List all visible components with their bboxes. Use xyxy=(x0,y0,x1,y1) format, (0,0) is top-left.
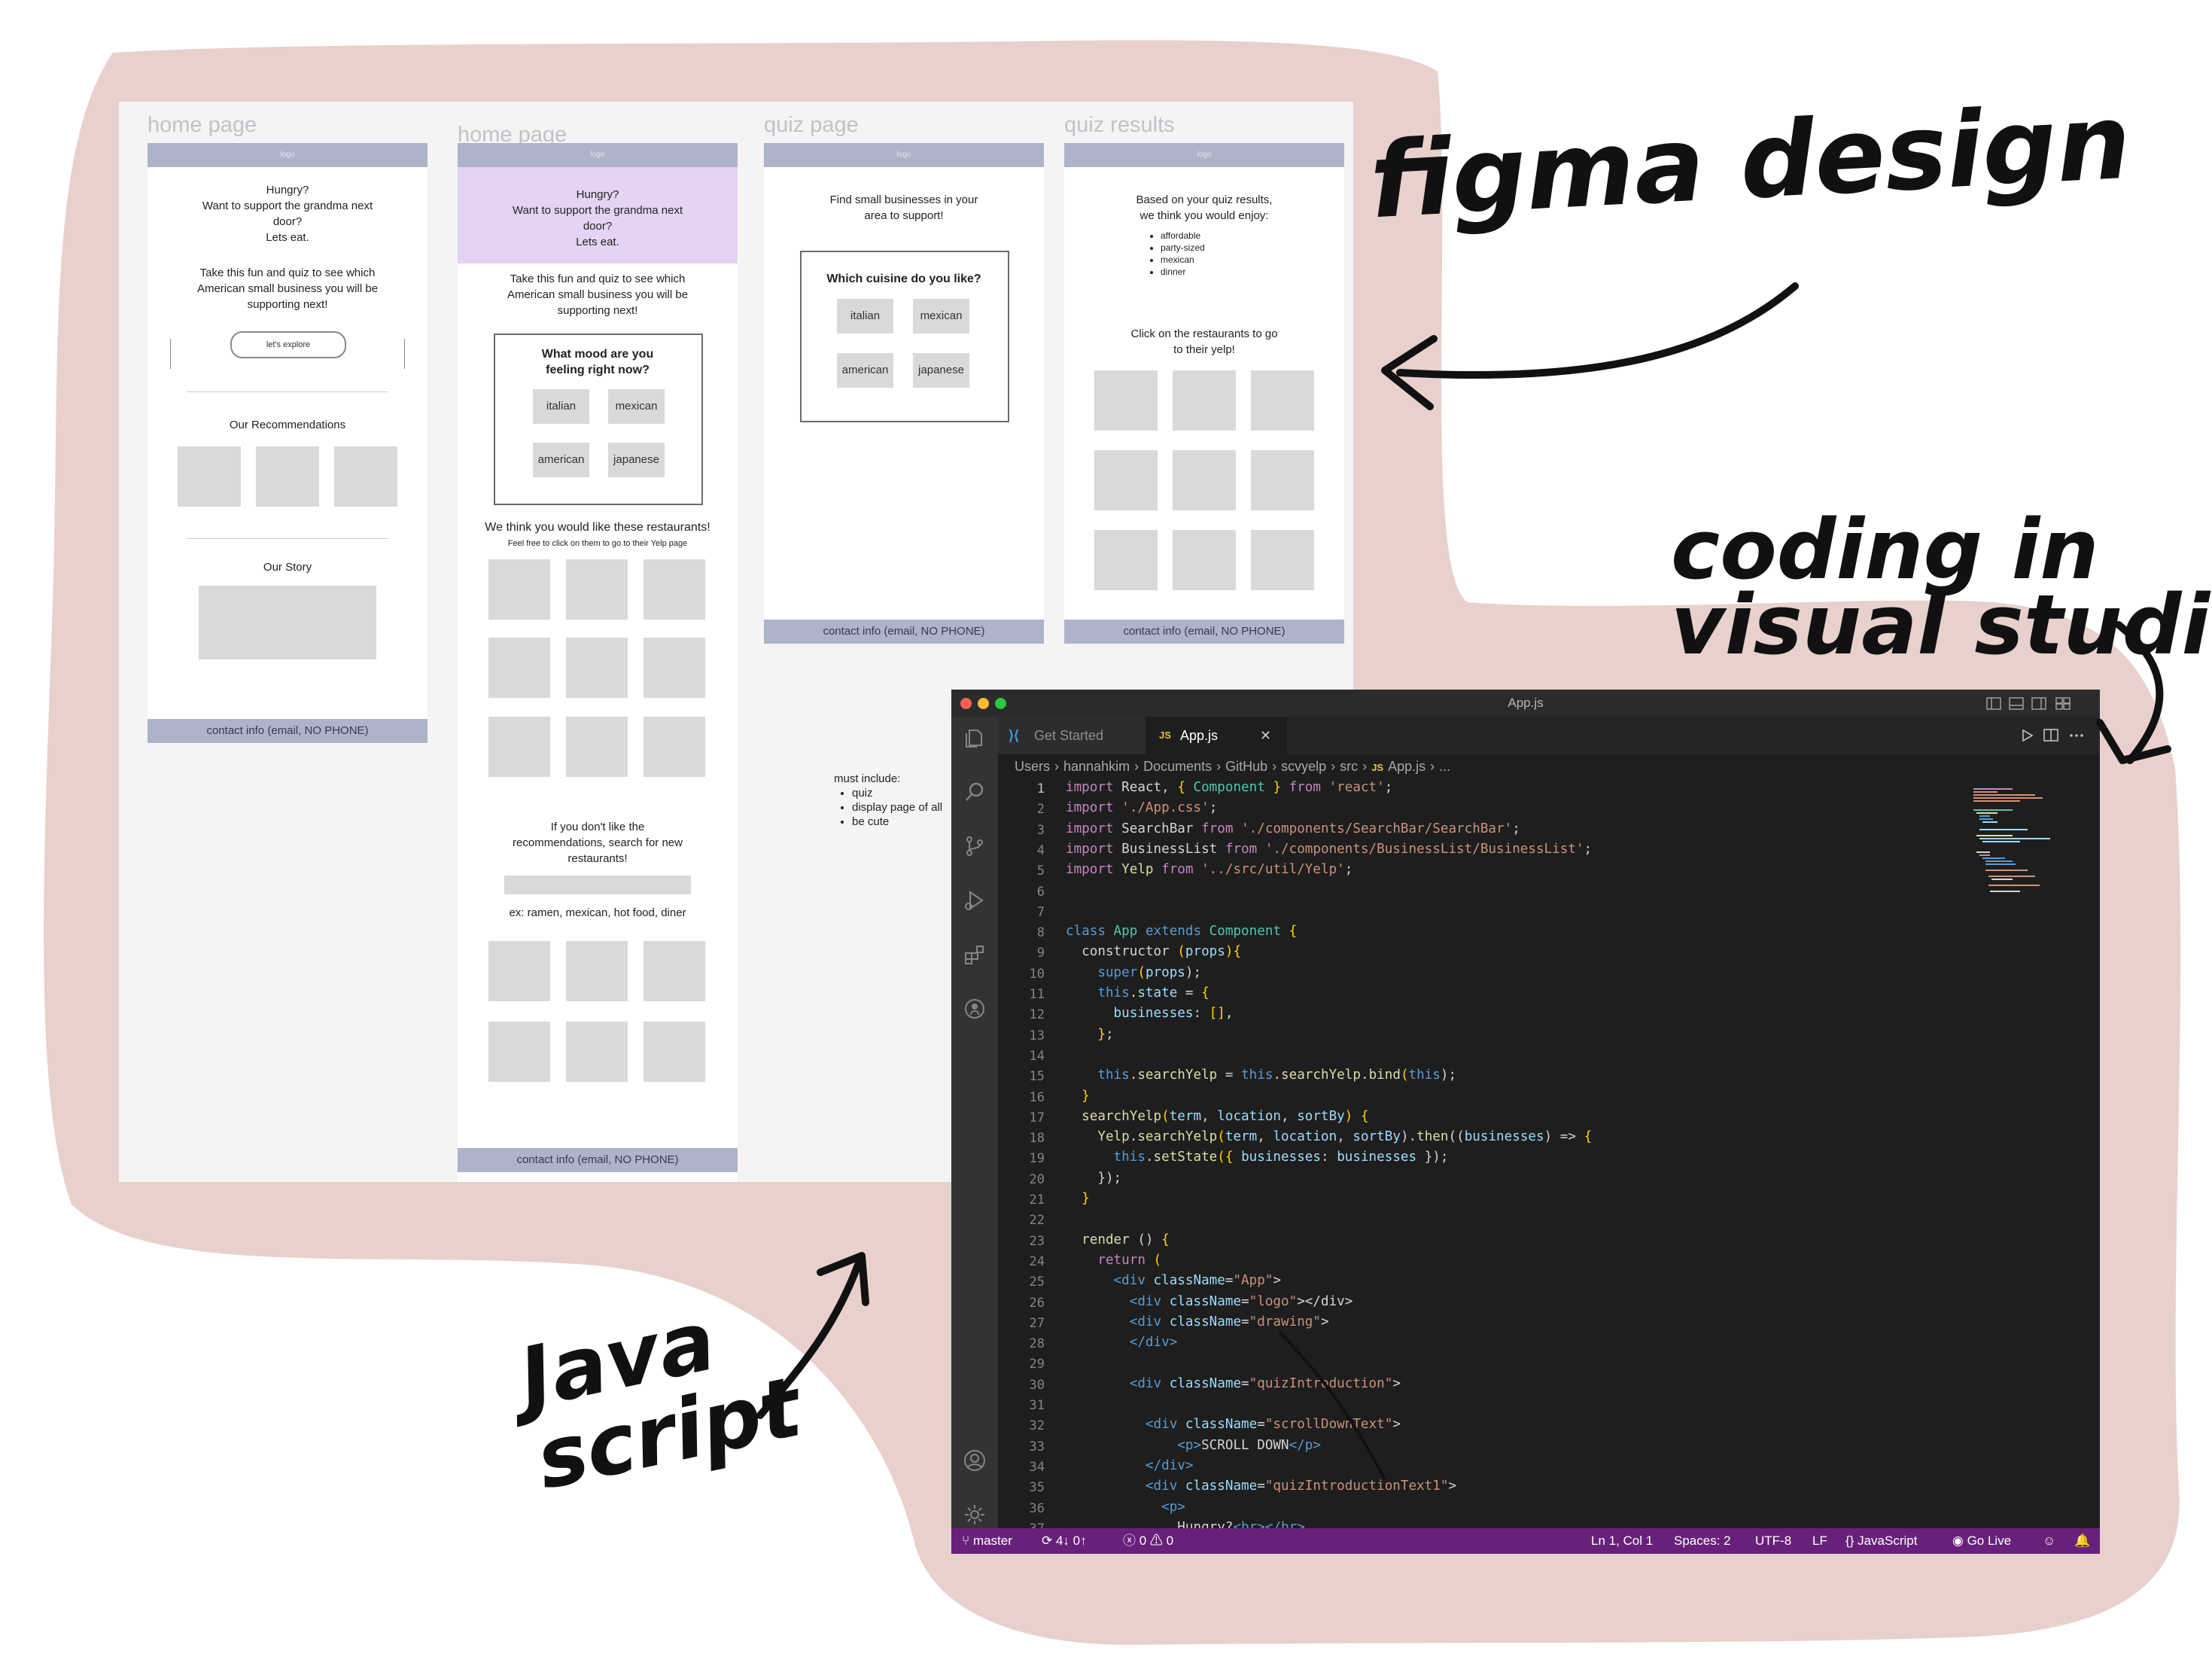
arrow-to-figma-icon xyxy=(756,282,2171,1419)
annotation-coding-vs: coding in visual studio xyxy=(1671,501,2212,673)
